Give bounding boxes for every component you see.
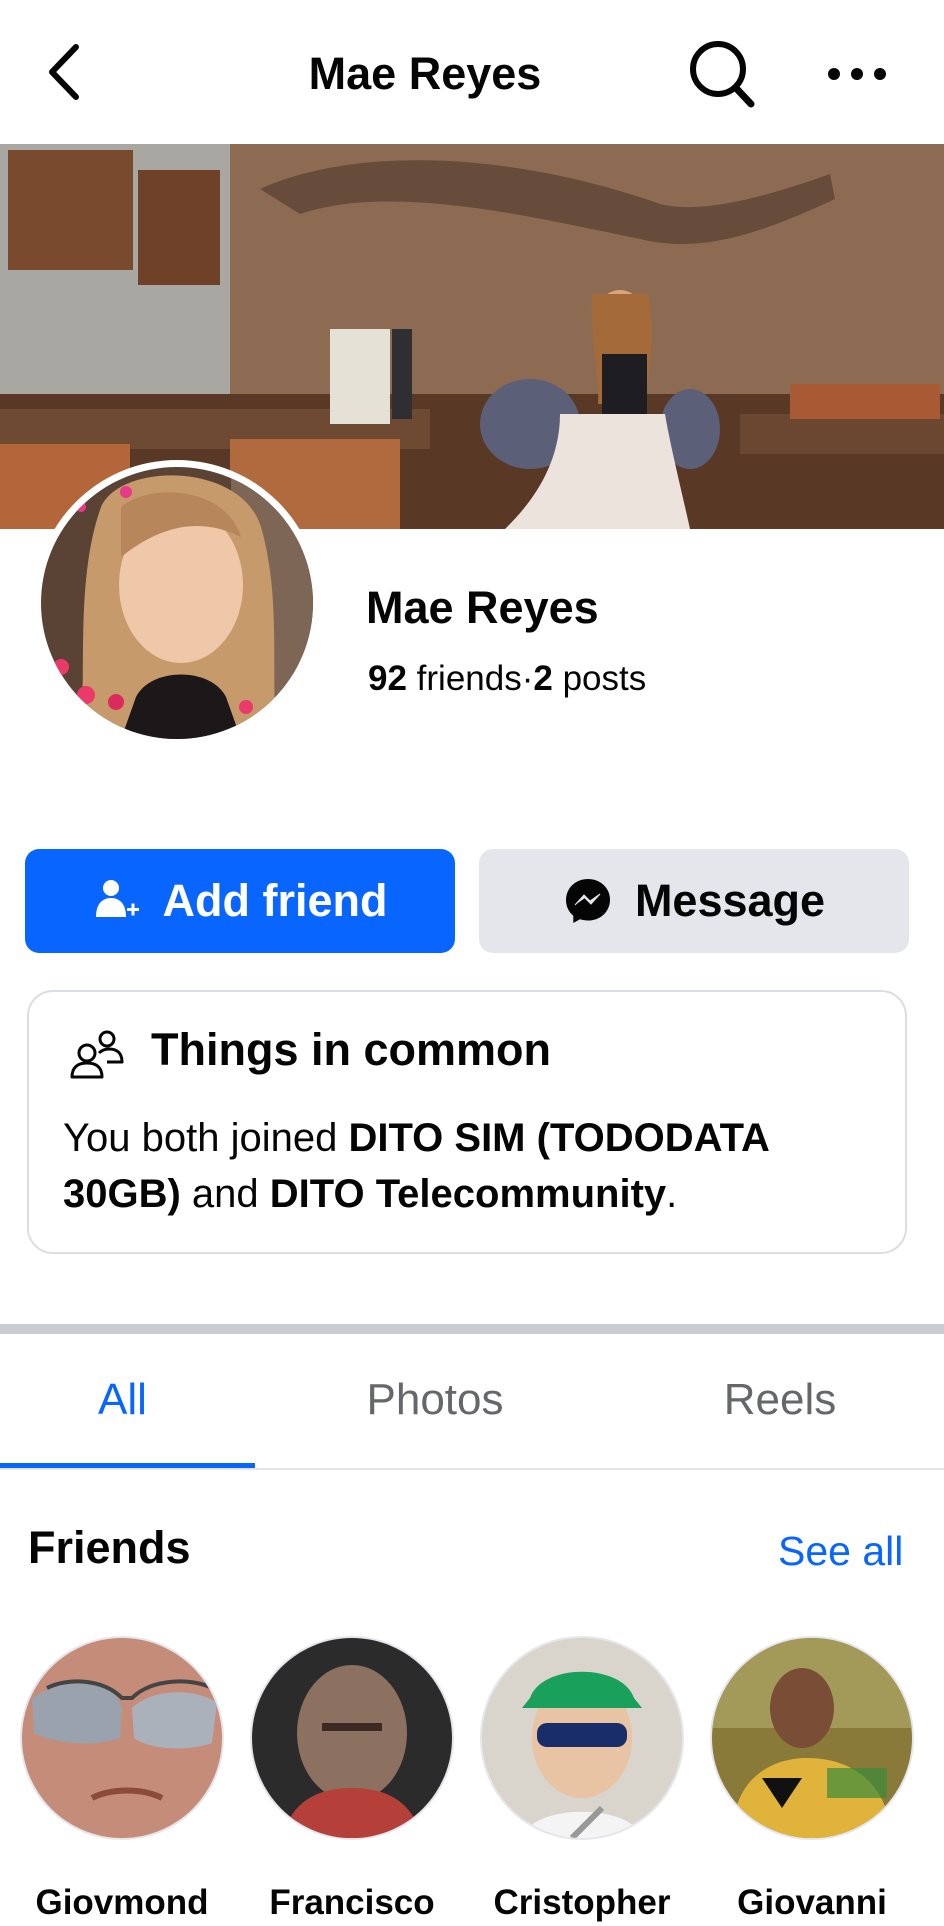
section-divider xyxy=(0,1324,944,1334)
tab-photos[interactable]: Photos xyxy=(310,1372,560,1428)
tab-reels[interactable]: Reels xyxy=(680,1372,880,1428)
common-group-2[interactable]: DITO Telecommunity xyxy=(270,1172,666,1216)
messenger-icon xyxy=(565,879,610,923)
more-options-button[interactable] xyxy=(812,34,902,114)
page-title: Mae Reyes xyxy=(308,48,542,99)
friends-label[interactable]: friends xyxy=(417,659,522,698)
search-button[interactable] xyxy=(682,34,762,114)
common-text-suffix: . xyxy=(666,1172,678,1216)
profile-stats: 92 friends·2 posts xyxy=(368,656,646,702)
friend-name[interactable]: Giovmond xyxy=(7,1880,237,1926)
common-text-mid: and xyxy=(180,1172,270,1216)
mutual-people-icon xyxy=(70,1030,124,1079)
common-text-prefix: You both joined xyxy=(63,1116,349,1160)
friend-avatar[interactable] xyxy=(710,1636,914,1840)
add-friend-button[interactable]: Add friend xyxy=(25,849,455,953)
friend-avatar[interactable] xyxy=(250,1636,454,1840)
top-bar: Mae Reyes xyxy=(0,0,944,144)
posts-count: 2 xyxy=(533,659,553,698)
things-in-common-title: Things in common xyxy=(151,1024,551,1075)
more-horizontal-icon xyxy=(828,68,886,80)
things-in-common-text: You both joined DITO SIM (TODODATA 30GB)… xyxy=(63,1110,883,1222)
friend-name[interactable]: Giovanni xyxy=(697,1880,927,1926)
friend-name[interactable]: Francisco xyxy=(237,1880,467,1926)
tab-separator xyxy=(0,1468,944,1470)
posts-label: posts xyxy=(562,659,647,698)
friend-avatar[interactable] xyxy=(480,1636,684,1840)
friends-section-title: Friends xyxy=(28,1522,191,1573)
see-all-friends-link[interactable]: See all xyxy=(778,1525,903,1577)
back-button[interactable] xyxy=(28,36,100,108)
add-friend-icon xyxy=(95,880,139,917)
profile-avatar[interactable] xyxy=(34,460,320,746)
things-in-common-card: Things in common You both joined DITO SI… xyxy=(27,990,907,1254)
tab-all[interactable]: All xyxy=(0,1372,245,1428)
profile-name: Mae Reyes xyxy=(366,582,599,633)
message-label: Message xyxy=(634,875,826,926)
chevron-left-icon xyxy=(49,44,79,100)
friend-avatar[interactable] xyxy=(20,1636,224,1840)
avatar-image xyxy=(41,467,313,739)
message-button[interactable]: Message xyxy=(479,849,909,953)
friend-name[interactable]: Cristopher xyxy=(467,1880,697,1926)
stats-separator: · xyxy=(521,659,534,698)
friends-count: 92 xyxy=(368,659,407,698)
search-icon xyxy=(690,41,755,108)
add-friend-label: Add friend xyxy=(162,875,388,926)
